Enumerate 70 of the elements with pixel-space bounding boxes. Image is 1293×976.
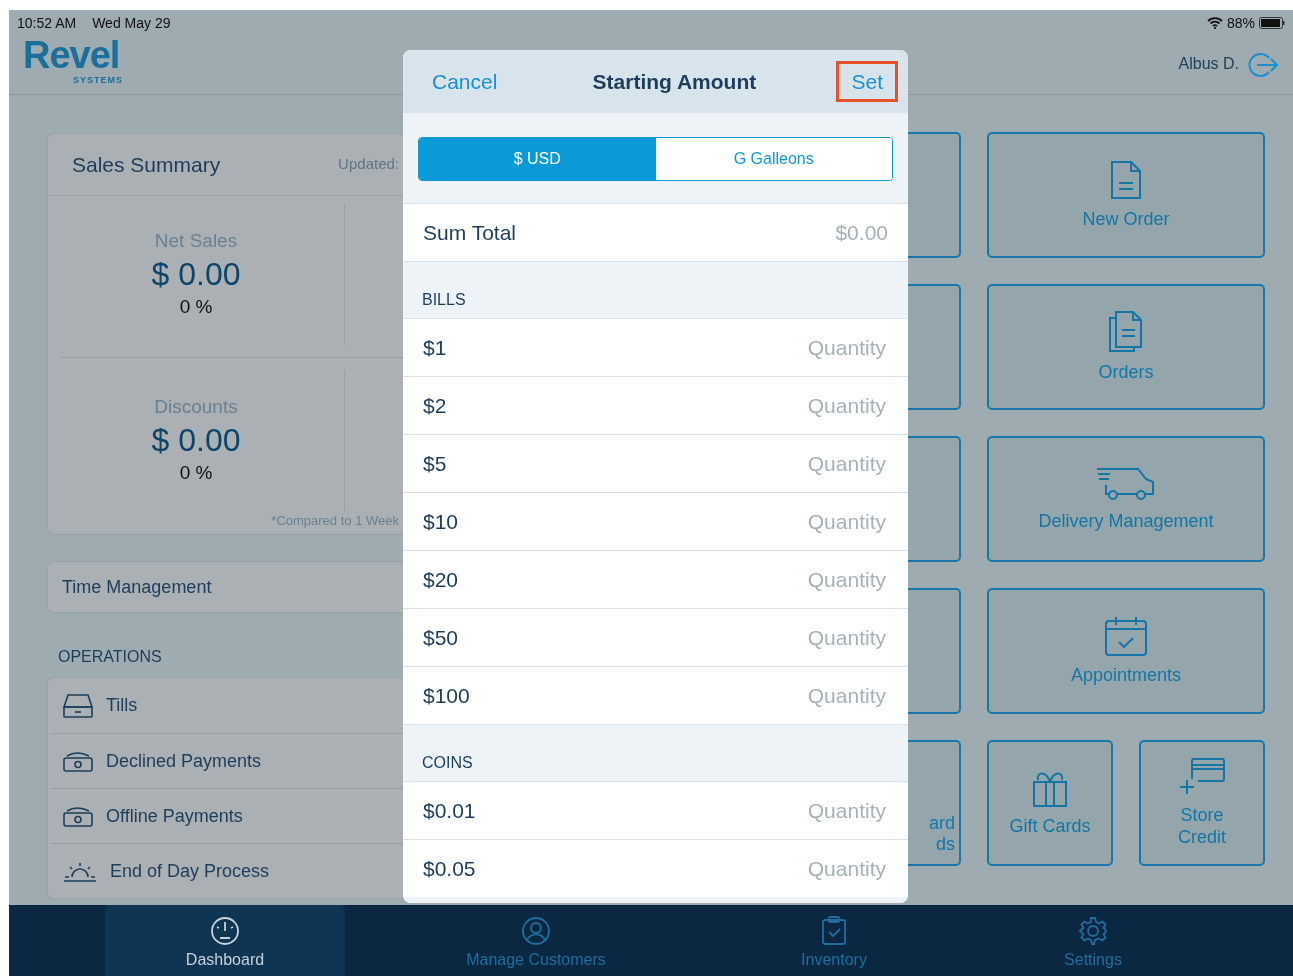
- denomination-label: $1: [423, 334, 447, 361]
- quantity-field[interactable]: Quantity: [728, 504, 888, 539]
- quantity-field[interactable]: Quantity: [728, 446, 888, 481]
- quantity-field[interactable]: Quantity: [728, 388, 888, 423]
- dashboard-tile[interactable]: Delivery Management: [987, 436, 1265, 562]
- dashboard-tile[interactable]: Gift Cards: [987, 740, 1113, 866]
- operation-item[interactable]: Tills: [50, 678, 403, 733]
- quantity-field[interactable]: Quantity: [728, 620, 888, 655]
- dashboard-tile[interactable]: Store Credit: [1139, 740, 1265, 866]
- document-icon: [1109, 159, 1143, 202]
- quantity-field[interactable]: Quantity: [728, 678, 888, 713]
- battery-percent: 88%: [1226, 13, 1255, 33]
- segment-option[interactable]: G Galleons: [655, 138, 892, 180]
- time-management-row[interactable]: Time Management: [47, 561, 403, 613]
- metric-percent: 0 %: [179, 294, 213, 319]
- metric-value: $ 0.00: [151, 421, 241, 459]
- cash-icon: [62, 804, 94, 828]
- denomination-label: $2: [423, 392, 447, 419]
- metric-percent: 0 %: [179, 460, 213, 485]
- tab-item[interactable]: Dashboard: [105, 905, 345, 976]
- operation-item[interactable]: End of Day Process: [50, 843, 403, 898]
- segment-option[interactable]: $ USD: [419, 138, 656, 180]
- dashboard-tile[interactable]: New Order: [987, 132, 1265, 258]
- card-title: Sales Summary: [72, 151, 221, 178]
- denomination-label: $0.05: [423, 855, 476, 882]
- sum-total-value: $0.00: [835, 219, 888, 246]
- metric-label: Discounts: [154, 395, 238, 420]
- operation-item[interactable]: Declined Payments: [50, 733, 403, 788]
- quantity-field[interactable]: Quantity: [728, 562, 888, 597]
- section-heading: OPERATIONS: [57, 647, 163, 667]
- calendar-icon: [1104, 615, 1148, 658]
- tab-item[interactable]: Settings: [973, 905, 1213, 976]
- drawer-icon: [62, 692, 94, 719]
- cancel-button[interactable]: Cancel: [417, 60, 513, 103]
- metric-value: $ 0.00: [151, 255, 241, 293]
- cash-icon: [62, 749, 94, 773]
- quantity-field[interactable]: Quantity: [728, 330, 888, 365]
- denomination-label: $10: [423, 508, 459, 535]
- status-time: 10:52 AM: [17, 13, 77, 33]
- partial-tile[interactable]: ard ds: [908, 740, 961, 866]
- quantity-field[interactable]: Quantity: [728, 793, 888, 828]
- tab-item[interactable]: Manage Customers: [416, 905, 656, 976]
- denomination-label: $0.01: [423, 797, 476, 824]
- documents-icon: [1107, 310, 1145, 355]
- denomination-label: $100: [423, 682, 470, 709]
- operation-item[interactable]: Offline Payments: [50, 788, 403, 843]
- logo-subtitle: SYSTEMS: [73, 74, 123, 87]
- quantity-field[interactable]: Quantity: [728, 851, 888, 886]
- gauge-icon: [210, 916, 240, 946]
- person-icon: [521, 916, 551, 946]
- dialog-title: Starting Amount: [592, 68, 757, 95]
- wifi-icon: [1206, 17, 1223, 29]
- clipboard-icon: [821, 916, 847, 946]
- dashboard-tile[interactable]: Orders: [987, 284, 1265, 410]
- denomination-label: $5: [423, 450, 447, 477]
- logo-text: Revel: [23, 36, 121, 74]
- metric-label: Net Sales: [154, 229, 238, 254]
- user-name: Albus D.: [1178, 54, 1239, 74]
- denomination-label: $50: [423, 624, 459, 651]
- set-button[interactable]: Set: [836, 60, 898, 103]
- status-date: Wed May 29: [92, 13, 171, 33]
- comparison-note: *Compared to 1 Week: [270, 511, 400, 530]
- denomination-label: $20: [423, 566, 459, 593]
- settings-icon: [1078, 916, 1108, 946]
- battery-icon: [1259, 17, 1285, 29]
- dashboard-tile[interactable]: Appointments: [987, 588, 1265, 714]
- logout-icon[interactable]: [1247, 52, 1279, 78]
- sum-total-label: Sum Total: [423, 219, 516, 246]
- tab-item[interactable]: Inventory: [714, 905, 954, 976]
- updated-label: Updated:: [338, 154, 400, 175]
